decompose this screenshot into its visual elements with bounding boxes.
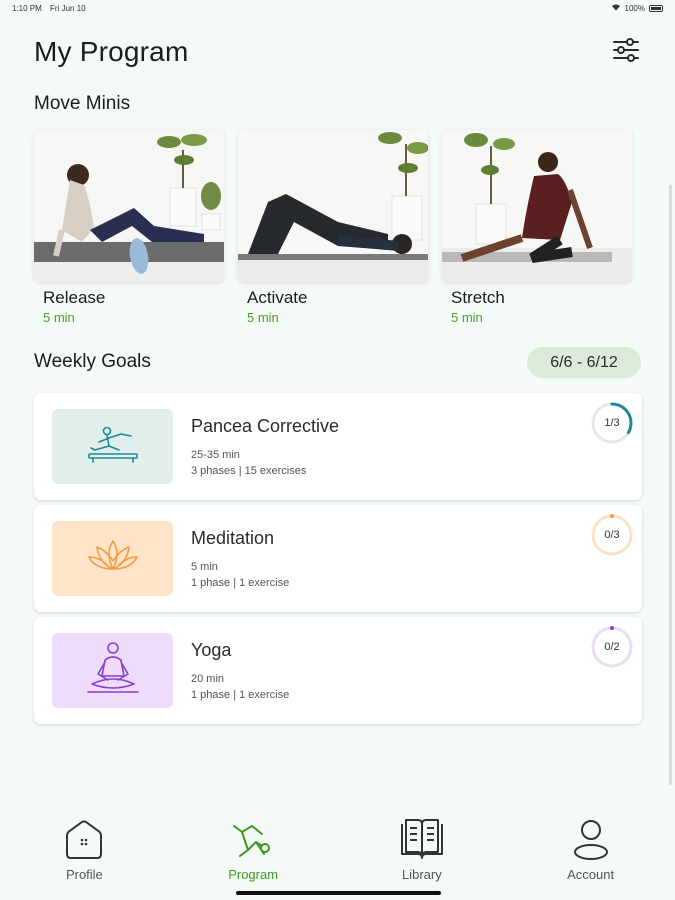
wifi-icon xyxy=(611,3,621,13)
home-indicator xyxy=(236,891,441,895)
date-range-badge: 6/6 - 6/12 xyxy=(527,347,641,378)
status-bar: 1:10 PM Fri Jun 10 100% xyxy=(0,0,675,16)
book-icon xyxy=(398,815,446,863)
sliders-icon xyxy=(612,37,640,68)
nav-item-library[interactable]: Library xyxy=(338,815,507,900)
pilates-icon xyxy=(85,424,141,469)
goal-duration: 5 min xyxy=(191,561,218,573)
nav-label: Account xyxy=(567,867,615,882)
mini-duration: 5 min xyxy=(247,310,279,325)
goal-icon-box xyxy=(52,521,173,596)
goal-progress-label: 1/3 xyxy=(604,417,620,429)
mini-card-activate[interactable]: Activate 5 min xyxy=(238,130,428,325)
goal-name: Yoga xyxy=(191,640,232,660)
goal-icon-box xyxy=(52,633,173,708)
program-icon xyxy=(228,815,278,863)
mini-label: Release xyxy=(43,288,106,307)
mini-duration: 5 min xyxy=(451,310,483,325)
goal-details: 1 phase | 1 exercise xyxy=(191,577,290,589)
filter-button[interactable] xyxy=(611,37,641,67)
header: My Program xyxy=(34,32,641,72)
nav-label: Library xyxy=(402,867,442,882)
mini-label: Stretch xyxy=(451,288,505,307)
bottom-nav: Profile Program Library Account xyxy=(0,815,675,900)
goal-icon-box xyxy=(52,409,173,484)
goal-duration: 25-35 min xyxy=(191,449,240,461)
battery-percent: 100% xyxy=(624,3,645,13)
nav-item-profile[interactable]: Profile xyxy=(0,815,169,900)
weekly-goals-title: Weekly Goals xyxy=(34,351,151,372)
status-date: Fri Jun 10 xyxy=(50,3,86,13)
nav-item-program[interactable]: Program xyxy=(169,815,338,900)
user-icon xyxy=(569,815,613,863)
goal-name: Pancea Corrective xyxy=(191,416,340,436)
move-minis-title: Move Minis xyxy=(34,93,131,114)
home-icon xyxy=(61,815,107,863)
move-minis-list: Release 5 min Activate 5 min Stretch 5 m… xyxy=(34,130,632,325)
status-time: 1:10 PM xyxy=(12,3,42,13)
meditating-person-icon xyxy=(86,640,140,701)
scrollbar[interactable] xyxy=(669,185,672,785)
goal-details: 3 phases | 15 exercises xyxy=(191,465,307,477)
goal-card-yoga[interactable]: Yoga 20 min 1 phase | 1 exercise 0/2 xyxy=(34,617,642,724)
goal-duration: 20 min xyxy=(191,673,225,685)
mini-card-stretch[interactable]: Stretch 5 min xyxy=(442,130,632,325)
mini-label: Activate xyxy=(247,288,308,307)
mini-duration: 5 min xyxy=(43,310,75,325)
goal-card-meditation[interactable]: Meditation 5 min 1 phase | 1 exercise 0/… xyxy=(34,505,642,612)
goal-name: Meditation xyxy=(191,528,275,548)
goal-progress-label: 0/3 xyxy=(604,529,620,541)
release-thumbnail xyxy=(34,130,224,282)
battery-icon xyxy=(649,4,663,12)
nav-item-account[interactable]: Account xyxy=(506,815,675,900)
activate-thumbnail xyxy=(238,130,428,282)
stretch-thumbnail xyxy=(442,130,632,282)
goal-progress-label: 0/2 xyxy=(604,641,620,653)
lotus-icon xyxy=(85,535,141,582)
nav-label: Program xyxy=(228,867,279,882)
page-title: My Program xyxy=(34,36,189,67)
nav-label: Profile xyxy=(65,867,103,882)
goal-card-pancea-corrective[interactable]: Pancea Corrective 25-35 min 3 phases | 1… xyxy=(34,393,642,500)
weekly-goals-list: Pancea Corrective 25-35 min 3 phases | 1… xyxy=(34,393,642,729)
mini-card-release[interactable]: Release 5 min xyxy=(34,130,224,325)
goal-details: 1 phase | 1 exercise xyxy=(191,689,290,701)
